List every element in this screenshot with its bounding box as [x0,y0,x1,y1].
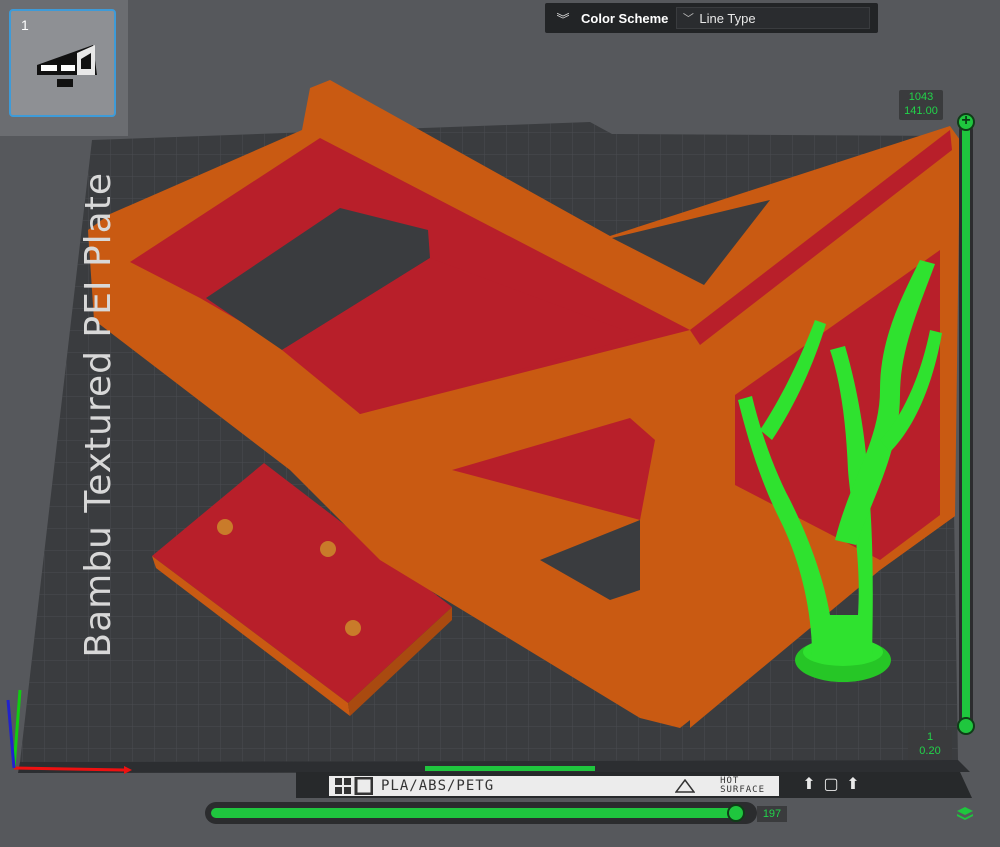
hot-surface-icon [675,779,695,793]
move-slider-fill [211,808,741,818]
layer-slider-bottom-handle[interactable] [957,717,975,735]
top-layer-number: 1043 [908,91,934,103]
3d-viewport[interactable] [0,0,1000,847]
color-scheme-select[interactable]: ﹀ Line Type [676,7,871,29]
export-icon[interactable]: ⬆ [844,776,862,794]
layer-slider-fill [962,125,970,725]
plus-icon[interactable]: + [957,113,975,131]
hot-surface-warning: HOT SURFACE [720,777,765,795]
bottom-layer-readout: 1 0.20 [908,730,952,760]
plate-number: 1 [21,17,29,33]
plate-thumbnail-panel: 1 [0,0,128,136]
bottom-layer-number: 1 [926,731,934,743]
upload-icon[interactable]: ⬆ [800,776,818,794]
double-chevron-down-icon[interactable]: ︾ [545,9,581,28]
color-scheme-label: Color Scheme [581,10,669,26]
move-slider-handle[interactable] [727,804,745,822]
bambu-logo-icon [335,777,373,795]
move-slider-value: 197 [757,806,787,822]
top-layer-height: 141.00 [904,105,938,117]
hot-surface-line2: SURFACE [720,785,765,795]
plate-label-strip: PLA/ABS/PETG HOT SURFACE [327,774,781,798]
plate-material: PLA/ABS/PETG [381,778,495,794]
progress-mark [425,766,595,771]
color-scheme-value: Line Type [699,10,756,26]
plate-thumbnail[interactable]: 1 [9,9,116,117]
plate-preview-icon [37,45,97,87]
frame-icon[interactable]: ▢ [820,776,842,794]
color-scheme-bar: ︾ Color Scheme ﹀ Line Type [545,3,878,33]
top-layer-readout: 1043 141.00 [899,90,943,120]
bottom-layer-height: 0.20 [919,745,941,757]
chevron-down-icon: ﹀ [682,13,694,25]
layers-icon[interactable] [956,805,974,823]
